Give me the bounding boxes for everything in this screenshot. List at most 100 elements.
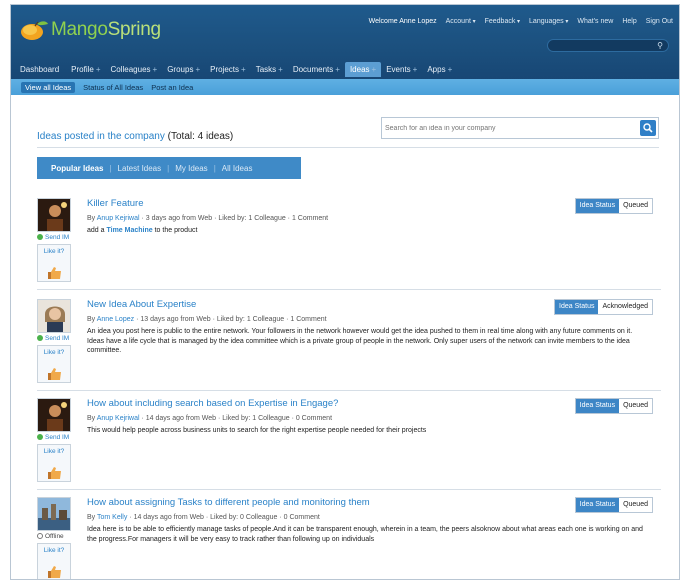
global-search-input[interactable]: ⚲	[547, 39, 669, 52]
brand-name: MangoSpring	[51, 19, 161, 40]
idea-search-button[interactable]	[640, 120, 656, 136]
thumbs-up-icon	[48, 566, 61, 578]
nav-events[interactable]: Events +	[381, 62, 422, 77]
idea-title[interactable]: How about including search based on Expe…	[87, 398, 338, 409]
tab-my-ideas[interactable]: My Ideas	[175, 164, 207, 173]
nav-documents[interactable]: Documents +	[288, 62, 345, 77]
idea-status-value: Queued	[623, 202, 648, 209]
avatar-photo	[38, 300, 70, 332]
avatar[interactable]	[37, 198, 71, 232]
divider	[37, 147, 659, 148]
tab-all-ideas[interactable]: All Ideas	[222, 164, 253, 173]
presence-status[interactable]: Send IM	[37, 434, 77, 441]
idea-row: Send IM Like it? Killer Feature By Anup …	[37, 198, 661, 290]
idea-title[interactable]: Killer Feature	[87, 198, 144, 209]
thumbs-up-icon	[48, 267, 61, 279]
idea-search-input[interactable]	[385, 121, 625, 135]
presence-status[interactable]: Send IM	[37, 234, 77, 241]
help-link[interactable]: Help	[622, 18, 636, 25]
idea-title[interactable]: New Idea About Expertise	[87, 299, 196, 310]
feedback-menu[interactable]: Feedback	[485, 18, 520, 25]
ideas-total: (Total: 4 ideas)	[167, 131, 234, 142]
time-machine-link[interactable]: Time Machine	[106, 227, 152, 234]
tab-latest-ideas[interactable]: Latest Ideas	[118, 164, 162, 173]
online-icon	[37, 434, 43, 440]
author-link[interactable]: Tom Kelly	[97, 514, 127, 521]
presence-status: Offline	[37, 533, 77, 540]
online-icon	[37, 234, 43, 240]
idea-meta: By Tom Kelly · 14 days ago from Web · Li…	[87, 514, 320, 521]
logo[interactable]: MangoSpring	[19, 16, 161, 44]
search-icon[interactable]: ⚲	[657, 41, 663, 50]
subnav-status-of-all-ideas[interactable]: Status of All Ideas	[83, 83, 143, 92]
idea-status-label: Idea Status	[575, 399, 620, 413]
nav-colleagues[interactable]: Colleagues +	[106, 62, 163, 77]
tab-separator: |	[213, 163, 216, 173]
nav-groups[interactable]: Groups +	[162, 62, 205, 77]
nav-ideas[interactable]: Ideas +	[344, 61, 382, 77]
idea-row: Offline Like it? How about assigning Tas…	[37, 497, 661, 579]
avatar[interactable]	[37, 299, 71, 333]
thumbs-up-icon	[48, 368, 61, 380]
sub-navigation: View all Ideas Status of All Ideas Post …	[11, 79, 679, 95]
subnav-view-all-ideas[interactable]: View all Ideas	[21, 81, 76, 93]
like-label: Like it?	[43, 349, 65, 356]
idea-status-label: Idea Status	[575, 498, 620, 512]
sign-out-link[interactable]: Sign Out	[646, 18, 673, 25]
presence-status[interactable]: Send IM	[37, 335, 77, 342]
like-button[interactable]: Like it?	[37, 244, 71, 282]
welcome-text: Welcome Anne Lopez	[368, 18, 437, 25]
search-icon	[643, 123, 653, 133]
idea-status: Idea Status Queued	[574, 198, 653, 214]
avatar-photo	[38, 199, 70, 231]
author-link[interactable]: Anne Lopez	[97, 316, 134, 323]
idea-meta: By Anup Kejriwal · 14 days ago from Web …	[87, 415, 333, 422]
idea-description: This would help people across business u…	[87, 427, 427, 434]
idea-description: An idea you post here is public to the e…	[87, 328, 633, 354]
like-button[interactable]: Like it?	[37, 543, 71, 579]
nav-projects[interactable]: Projects +	[205, 62, 251, 77]
like-button[interactable]: Like it?	[37, 444, 71, 482]
app-frame: MangoSpring Welcome Anne Lopez Account F…	[10, 4, 680, 580]
idea-status: Idea Status Queued	[574, 497, 653, 513]
nav-apps[interactable]: Apps +	[422, 62, 457, 77]
page-title: Ideas posted in the company (Total: 4 id…	[37, 131, 234, 142]
account-menu[interactable]: Account	[446, 18, 476, 25]
idea-description: Idea here is to be able to efficiently m…	[87, 526, 643, 543]
tab-separator: |	[109, 163, 112, 173]
idea-row: Send IM Like it? How about including sea…	[37, 398, 661, 490]
online-icon	[37, 335, 43, 341]
idea-meta: By Anne Lopez · 13 days ago from Web · L…	[87, 316, 327, 323]
divider	[37, 390, 661, 391]
languages-menu[interactable]: Languages	[529, 18, 568, 25]
top-navigation: Welcome Anne Lopez Account Feedback Lang…	[369, 18, 673, 25]
idea-search	[381, 117, 659, 139]
like-button[interactable]: Like it?	[37, 345, 71, 383]
author-link[interactable]: Anup Kejriwal	[97, 415, 140, 422]
idea-status-value: Queued	[623, 402, 648, 409]
idea-title[interactable]: How about assigning Tasks to different p…	[87, 497, 370, 508]
nav-tasks[interactable]: Tasks +	[251, 62, 288, 77]
tab-popular-ideas[interactable]: Popular Ideas	[51, 164, 103, 173]
avatar[interactable]	[37, 497, 71, 531]
idea-status-label: Idea Status	[555, 300, 599, 314]
nav-profile[interactable]: Profile +	[66, 62, 105, 77]
idea-description: add a Time Machine to the product	[87, 227, 198, 234]
like-label: Like it?	[43, 547, 65, 554]
nav-dashboard[interactable]: Dashboard	[15, 62, 66, 77]
idea-status-label: Idea Status	[575, 199, 620, 213]
idea-status: Idea Status Acknowledged	[554, 299, 653, 315]
divider	[37, 489, 661, 490]
offline-icon	[37, 533, 43, 539]
like-label: Like it?	[43, 248, 65, 255]
header: MangoSpring Welcome Anne Lopez Account F…	[11, 5, 679, 81]
subnav-post-an-idea[interactable]: Post an Idea	[151, 83, 193, 92]
mango-logo-icon	[21, 21, 48, 40]
whats-new-link[interactable]: What's new	[577, 18, 613, 25]
idea-status-value: Acknowledged	[602, 303, 648, 310]
idea-status: Idea Status Queued	[574, 398, 653, 414]
main-content: Ideas posted in the company (Total: 4 id…	[11, 95, 679, 579]
avatar[interactable]	[37, 398, 71, 432]
author-link[interactable]: Anup Kejriwal	[97, 215, 140, 222]
thumbs-up-icon	[48, 467, 61, 479]
